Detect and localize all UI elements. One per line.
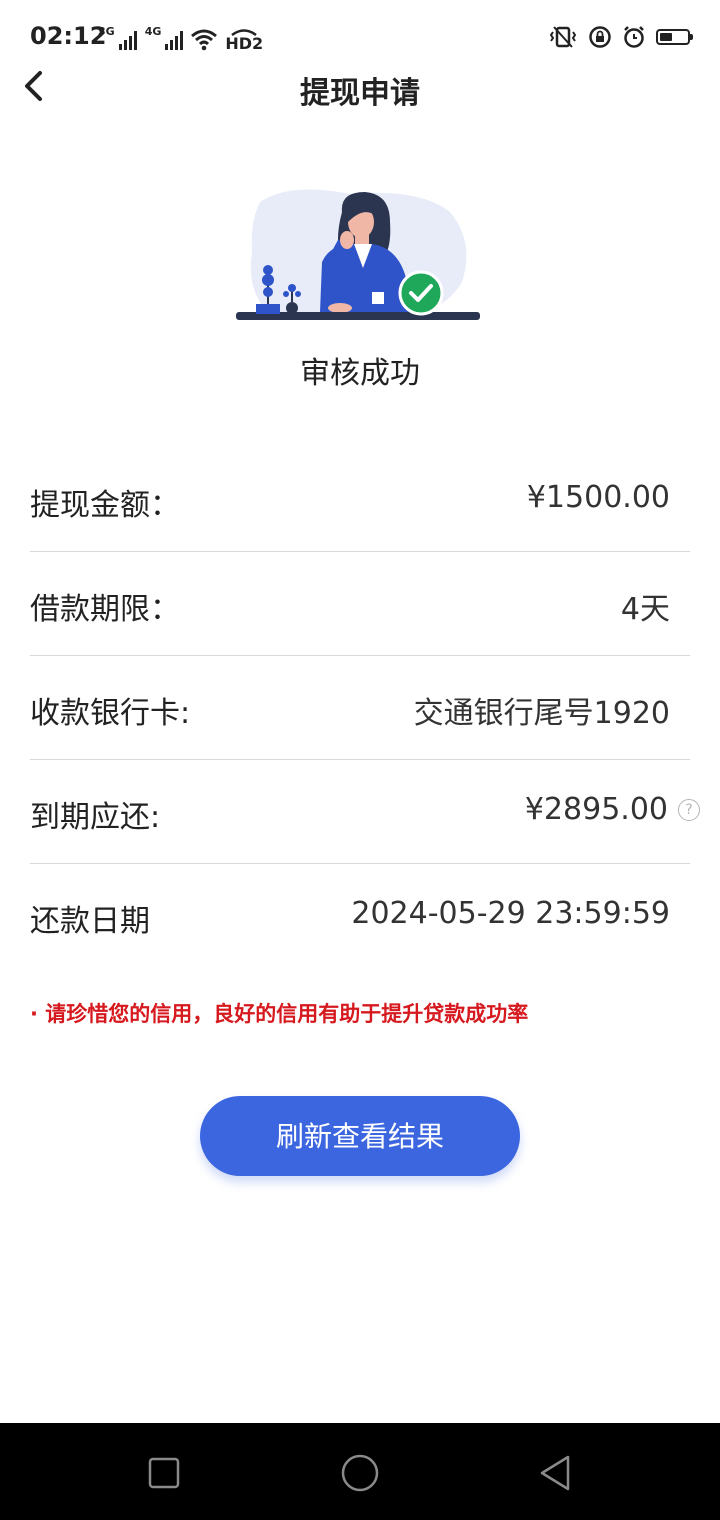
hd-icon: HD2 [225,26,263,52]
page-title: 提现申请 [300,76,420,111]
date-label: 还款日期 [30,904,150,939]
detail-row-date: 还款日期 2024-05-29 23:59:59 [30,864,690,968]
review-illustration [230,182,490,332]
back-nav-icon[interactable] [534,1451,578,1495]
card-label: 收款银行卡: [30,696,191,731]
refresh-button[interactable]: 刷新查看结果 [200,1096,520,1176]
term-value: 4天 [621,584,670,628]
detail-row-term: 借款期限： 4天 [30,552,690,656]
vibrate-icon [549,26,577,48]
alarm-icon [624,26,644,48]
network-indicators: 3G 4G HD2 [98,22,263,52]
rotation-lock-icon [589,26,611,48]
card-value-text: 交通银行尾号1920 [413,696,670,731]
battery-icon [656,29,693,45]
review-status: 审核成功 [300,356,420,391]
detail-row-due: 到期应还: ¥2895.00 ? [30,760,700,864]
status-bar: 02:12 3G 4G HD2 [0,0,720,68]
check-circle-icon [398,270,444,316]
system-indicators [548,24,693,50]
wifi-icon [191,29,218,51]
withdrawal-details: 提现金额： ¥1500.00 借款期限： 4天 收款银行卡: 交通银行尾号192… [30,448,700,968]
screen: 02:12 3G 4G HD2 提现申请 审核成功 提现金额： ¥1500.00… [0,0,720,1520]
nav-bar: 提现申请 [0,60,720,112]
due-label: 到期应还: [30,800,161,835]
signal-icon [165,30,184,50]
due-value-text: ¥2895.00 [524,792,668,827]
reviewer-illustration-icon [236,189,480,320]
term-value-text: 4天 [620,592,670,627]
status-time: 02:12 [30,22,107,50]
help-icon[interactable]: ? [678,798,700,821]
due-value: ¥2895.00 ? [524,792,700,827]
date-value-text: 2024-05-29 23:59:59 [351,896,670,931]
home-icon[interactable] [338,1451,382,1495]
detail-row-card: 收款银行卡: 交通银行尾号1920 [30,656,690,760]
amount-value: ¥1500.00 [527,480,670,515]
date-value: 2024-05-29 23:59:59 [351,896,670,931]
credit-note: · 请珍惜您的信用，良好的信用有助于提升贷款成功率 [30,1002,529,1026]
amount-label: 提现金额： [30,488,180,523]
network-3g-label: 3G [98,25,115,38]
recent-apps-icon[interactable] [142,1451,186,1495]
amount-value-text: ¥1500.00 [526,480,670,515]
detail-row-amount: 提现金额： ¥1500.00 [30,448,690,552]
hd-label: HD2 [225,34,264,53]
network-4g-label: 4G [144,25,162,38]
card-value: 交通银行尾号1920 [414,688,670,732]
signal-icon [118,30,137,50]
term-label: 借款期限： [30,592,180,627]
system-nav-bar [0,1423,720,1520]
